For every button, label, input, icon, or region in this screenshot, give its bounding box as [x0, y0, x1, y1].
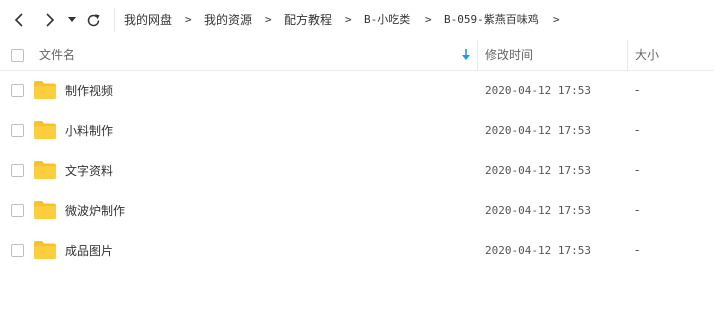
file-size: -	[635, 203, 640, 217]
file-name[interactable]: 文字资料	[65, 163, 113, 179]
row-checkbox[interactable]	[11, 244, 24, 257]
column-header-modified[interactable]: 修改时间	[485, 48, 533, 63]
forward-button[interactable]	[37, 8, 61, 32]
breadcrumb-separator: >	[185, 13, 192, 26]
file-list-header: 文件名 修改时间 大小	[0, 40, 714, 71]
table-row[interactable]: 小料制作 2020-04-12 17:53 -	[0, 111, 714, 151]
breadcrumb-item-root[interactable]: 我的网盘	[124, 12, 172, 28]
modified-time: 2020-04-12 17:53	[485, 204, 591, 217]
modified-time: 2020-04-12 17:53	[485, 84, 591, 97]
column-header-size[interactable]: 大小	[635, 48, 659, 63]
breadcrumb-item-snacks[interactable]: B-小吃类	[364, 12, 410, 28]
row-checkbox[interactable]	[11, 164, 24, 177]
row-checkbox[interactable]	[11, 84, 24, 97]
column-divider[interactable]	[627, 40, 628, 71]
toolbar: 我的网盘 > 我的资源 > 配方教程 > B-小吃类 > B-059-紫燕百味鸡…	[0, 0, 714, 40]
sort-down-arrow-icon[interactable]	[461, 49, 471, 61]
chevron-right-icon	[46, 13, 55, 27]
table-row[interactable]: 文字资料 2020-04-12 17:53 -	[0, 151, 714, 191]
history-dropdown-button[interactable]	[62, 8, 82, 32]
file-size: -	[635, 123, 640, 137]
folder-icon	[34, 161, 56, 179]
breadcrumb-separator: >	[553, 13, 560, 26]
folder-icon	[34, 241, 56, 259]
back-button[interactable]	[8, 8, 32, 32]
table-row[interactable]: 制作视频 2020-04-12 17:53 -	[0, 71, 714, 111]
folder-icon	[34, 121, 56, 139]
file-size: -	[635, 83, 640, 97]
folder-icon	[34, 81, 56, 99]
file-name[interactable]: 成品图片	[65, 243, 113, 259]
chevron-left-icon	[14, 13, 23, 27]
row-checkbox[interactable]	[11, 124, 24, 137]
breadcrumb-item-recipes[interactable]: 配方教程	[284, 12, 332, 28]
breadcrumb-separator: >	[265, 13, 272, 26]
modified-time: 2020-04-12 17:53	[485, 124, 591, 137]
table-row[interactable]: 微波炉制作 2020-04-12 17:53 -	[0, 191, 714, 231]
file-name[interactable]: 微波炉制作	[65, 203, 125, 219]
breadcrumb-item-current[interactable]: B-059-紫燕百味鸡	[444, 12, 539, 28]
select-all-checkbox[interactable]	[11, 49, 24, 62]
file-name[interactable]: 制作视频	[65, 83, 113, 99]
file-name[interactable]: 小料制作	[65, 123, 113, 139]
breadcrumb-separator: >	[345, 13, 352, 26]
file-size: -	[635, 163, 640, 177]
breadcrumb-item-resources[interactable]: 我的资源	[204, 12, 252, 28]
row-checkbox[interactable]	[11, 204, 24, 217]
column-divider[interactable]	[477, 40, 478, 71]
table-row[interactable]: 成品图片 2020-04-12 17:53 -	[0, 231, 714, 271]
refresh-button[interactable]	[81, 8, 105, 32]
refresh-icon	[87, 13, 100, 26]
column-header-name[interactable]: 文件名	[39, 48, 75, 63]
folder-icon	[34, 201, 56, 219]
toolbar-divider	[114, 8, 115, 32]
modified-time: 2020-04-12 17:53	[485, 244, 591, 257]
caret-down-icon	[68, 17, 76, 22]
file-size: -	[635, 243, 640, 257]
modified-time: 2020-04-12 17:53	[485, 164, 591, 177]
breadcrumb-separator: >	[425, 13, 432, 26]
